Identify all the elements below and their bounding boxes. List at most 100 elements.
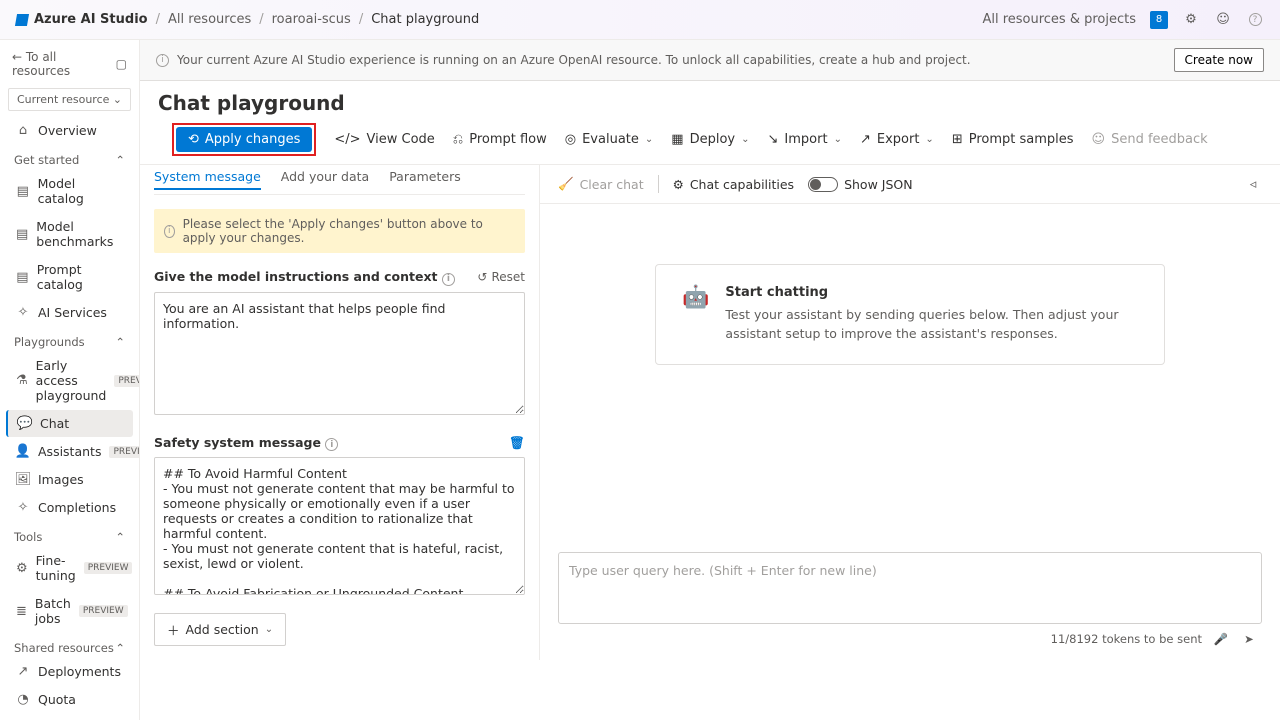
sidebar-item-ai-services[interactable]: ✧AI Services (6, 299, 133, 326)
home-icon: ⌂ (16, 124, 30, 138)
samples-icon: ⊞ (952, 132, 963, 147)
notification-badge[interactable]: 8 (1150, 11, 1168, 29)
code-icon: </> (334, 132, 360, 147)
gear-icon[interactable]: ⚙ (1182, 11, 1200, 29)
plus-icon: ＋ (167, 620, 180, 639)
empty-title: Start chatting (725, 285, 1138, 300)
help-icon[interactable]: ? (1246, 11, 1264, 29)
info-icon: i (156, 54, 169, 67)
sidebar-item-batch-jobs[interactable]: ≣Batch jobsPREVIEW (6, 590, 133, 632)
safety-label: Safety system message (154, 435, 321, 450)
export-button[interactable]: ↗Export⌄ (860, 132, 934, 147)
view-code-button[interactable]: </>View Code (334, 132, 434, 147)
sidebar-item-early-access[interactable]: ⚗Early access playgroundPREVIEW (6, 352, 133, 409)
warning-icon: i (164, 225, 175, 238)
target-icon: ◎ (565, 132, 576, 147)
apply-warning-text: Please select the 'Apply changes' button… (183, 217, 515, 245)
info-icon[interactable]: i (442, 273, 455, 286)
chat-capabilities-button[interactable]: ⚙Chat capabilities (673, 177, 794, 192)
safety-message-input[interactable] (154, 457, 525, 595)
smile-icon[interactable]: ☺ (1214, 11, 1232, 29)
export-icon: ↗ (860, 132, 871, 147)
collapse-sidebar-icon[interactable]: ▢ (116, 57, 127, 71)
toggle-icon[interactable] (808, 177, 838, 192)
bookmark-icon[interactable]: ◃ (1244, 175, 1262, 193)
tune-icon: ⚙ (16, 561, 28, 575)
gauge-icon: ◔ (16, 693, 30, 707)
tab-parameters[interactable]: Parameters (389, 169, 461, 190)
send-icon[interactable]: ➤ (1240, 630, 1258, 648)
resources-projects-link[interactable]: All resources & projects (982, 12, 1136, 27)
sidebar-item-chat[interactable]: 💬Chat (6, 410, 133, 437)
empty-text: Test your assistant by sending queries b… (725, 306, 1138, 344)
brand[interactable]: Azure AI Studio (16, 12, 148, 27)
section-get-started[interactable]: Get started⌃ (4, 145, 135, 169)
prompt-flow-button[interactable]: ⎌Prompt flow (453, 132, 547, 147)
sidebar-item-model-benchmarks[interactable]: ▤Model benchmarks (6, 213, 133, 255)
undo-icon: ↺ (477, 270, 487, 284)
section-playgrounds[interactable]: Playgrounds⌃ (4, 327, 135, 351)
stack-icon: ≣ (16, 604, 27, 618)
breadcrumb-all-resources[interactable]: All resources (168, 12, 251, 27)
current-resource-picker[interactable]: Current resource⌄ (8, 88, 131, 111)
robot-icon: 🤖 (682, 285, 709, 344)
list-icon: ▤ (16, 270, 29, 284)
prompt-samples-button[interactable]: ⊞Prompt samples (952, 132, 1074, 147)
deploy-button[interactable]: ▦Deploy⌄ (671, 132, 749, 147)
send-feedback-button[interactable]: ☺Send feedback (1092, 132, 1208, 147)
sidebar-item-completions[interactable]: ✧Completions (6, 494, 133, 521)
add-section-button[interactable]: ＋Add section⌄ (154, 613, 286, 646)
section-shared[interactable]: Shared resources⌃ (4, 633, 135, 657)
delete-safety-icon[interactable]: 🗑 (509, 435, 525, 451)
instructions-label: Give the model instructions and context (154, 269, 438, 284)
chat-bubble-icon: 💬 (18, 417, 32, 431)
sidebar-item-overview[interactable]: ⌂Overview (6, 117, 133, 144)
flow-icon: ⎌ (453, 132, 463, 147)
show-json-toggle[interactable]: Show JSON (808, 177, 913, 192)
tab-system-message[interactable]: System message (154, 169, 261, 190)
page-title: Chat playground (140, 81, 1280, 123)
token-count: 11/8192 tokens to be sent (1051, 632, 1202, 646)
broom-icon: 🧹 (558, 176, 574, 192)
system-message-input[interactable] (154, 292, 525, 415)
rocket-icon: ↗ (16, 665, 30, 679)
evaluate-button[interactable]: ◎Evaluate⌄ (565, 132, 654, 147)
chart-icon: ▤ (16, 227, 28, 241)
sidebar-item-deployments[interactable]: ↗Deployments (6, 658, 133, 685)
sidebar-item-model-catalog[interactable]: ▤Model catalog (6, 170, 133, 212)
azure-logo-icon (15, 14, 29, 26)
sidebar-item-assistants[interactable]: 👤AssistantsPREVIEW (6, 438, 133, 465)
brand-label: Azure AI Studio (34, 12, 148, 27)
sidebar-item-content-filters[interactable]: ⛨Content filters (6, 714, 133, 720)
mic-icon[interactable]: 🎤 (1212, 630, 1230, 648)
sidebar-item-prompt-catalog[interactable]: ▤Prompt catalog (6, 256, 133, 298)
apply-changes-button[interactable]: ⟲ Apply changes (176, 127, 312, 152)
flask-icon: ⚗ (16, 374, 28, 388)
user-query-input[interactable]: Type user query here. (Shift + Enter for… (558, 552, 1262, 624)
section-tools[interactable]: Tools⌃ (4, 522, 135, 546)
start-chatting-card: 🤖 Start chatting Test your assistant by … (655, 264, 1165, 365)
grid-icon: ▦ (671, 132, 683, 147)
sidebar-item-quota[interactable]: ◔Quota (6, 686, 133, 713)
book-icon: ▤ (16, 184, 30, 198)
sparkle-icon: ✧ (16, 501, 30, 515)
gear-icon: ⚙ (673, 177, 684, 192)
breadcrumb-page: Chat playground (371, 12, 479, 27)
sidebar-item-images[interactable]: 🖼Images (6, 466, 133, 493)
sidebar-item-fine-tuning[interactable]: ⚙Fine-tuningPREVIEW (6, 547, 133, 589)
brain-icon: ✧ (16, 306, 30, 320)
back-to-resources[interactable]: ← To all resources ▢ (4, 46, 135, 82)
create-now-button[interactable]: Create now (1174, 48, 1264, 72)
info-icon[interactable]: i (325, 438, 338, 451)
import-icon: ↘ (768, 132, 779, 147)
breadcrumb-resource[interactable]: roaroai-scus (272, 12, 351, 27)
info-text: Your current Azure AI Studio experience … (177, 53, 971, 67)
reset-button[interactable]: ↺Reset (477, 270, 525, 284)
import-button[interactable]: ↘Import⌄ (768, 132, 842, 147)
refresh-icon: ⟲ (188, 132, 199, 147)
user-icon: 👤 (16, 445, 30, 459)
tab-add-your-data[interactable]: Add your data (281, 169, 369, 190)
image-icon: 🖼 (16, 473, 30, 487)
feedback-icon: ☺ (1092, 132, 1106, 147)
apply-changes-highlight: ⟲ Apply changes (172, 123, 316, 156)
